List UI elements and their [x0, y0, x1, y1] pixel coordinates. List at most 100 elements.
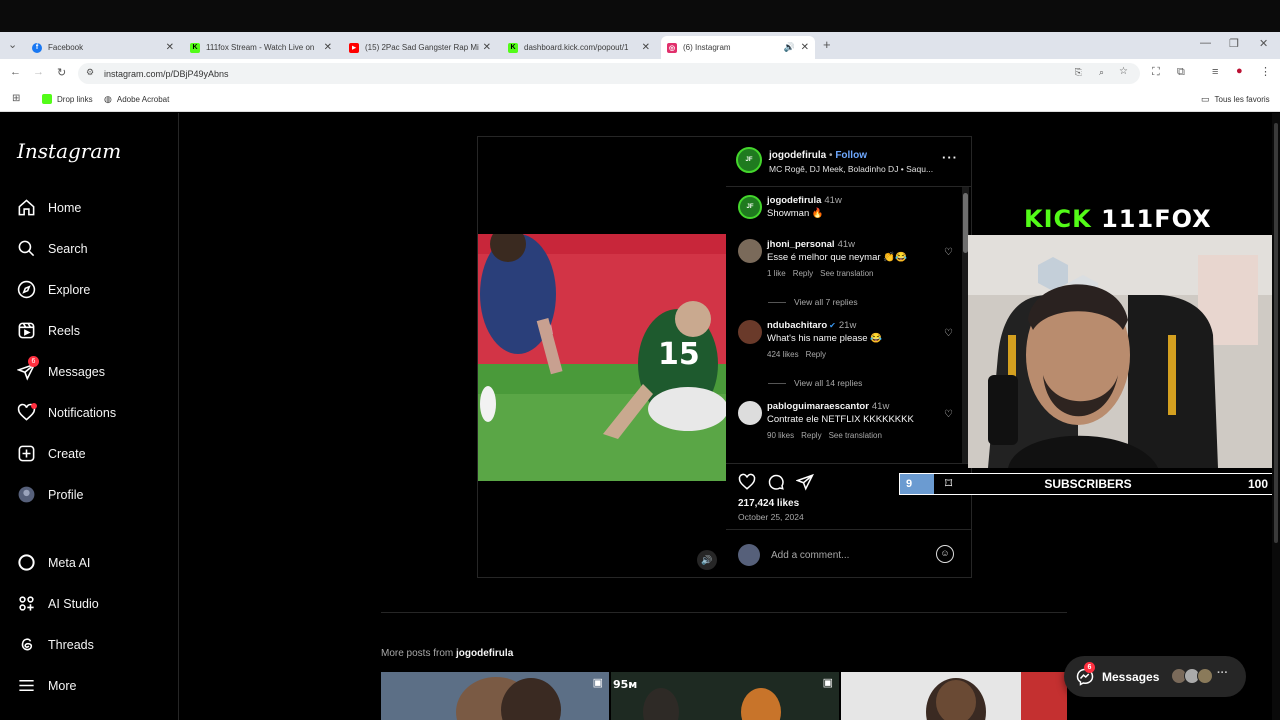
- close-icon[interactable]: ✕: [642, 42, 650, 53]
- view-replies-button[interactable]: View all 14 replies: [768, 378, 862, 388]
- like-comment-icon[interactable]: ♡: [944, 247, 953, 258]
- share-icon[interactable]: [796, 473, 814, 491]
- more-post-thumbnail[interactable]: ▣: [381, 672, 609, 720]
- apps-grid-icon[interactable]: ⊞: [12, 93, 20, 104]
- more-post-thumbnail[interactable]: 95м ▣: [611, 672, 839, 720]
- reply-button[interactable]: Reply: [806, 350, 826, 359]
- url-input[interactable]: ⚙ instagram.com/p/DBjP49yAbns ⎘ ⌕ ☆: [78, 63, 1140, 84]
- follow-button[interactable]: Follow: [835, 150, 867, 161]
- like-comment-icon[interactable]: ♡: [944, 409, 953, 420]
- bookmark-star-icon[interactable]: ☆: [1119, 66, 1128, 77]
- emoji-icon[interactable]: ☺: [936, 545, 954, 563]
- media-control-icon[interactable]: ≡: [1212, 66, 1218, 78]
- bookmark-adobe-acrobat[interactable]: ◍ Adobe Acrobat: [104, 94, 169, 105]
- more-options-icon[interactable]: ···: [942, 150, 958, 165]
- mute-icon[interactable]: 🔊: [697, 550, 717, 570]
- sidebar-item-messages[interactable]: 6 Messages: [16, 356, 105, 381]
- messages-floating-button[interactable]: 6 Messages ···: [1064, 656, 1246, 697]
- tab-111fox-stream[interactable]: K 111fox Stream - Watch Live on ✕: [184, 36, 338, 59]
- sidebar-item-more[interactable]: More: [17, 676, 76, 695]
- sidebar-item-profile[interactable]: Profile: [17, 485, 83, 504]
- more-post-thumbnail[interactable]: [841, 672, 1067, 720]
- sidebar-item-label: Reels: [48, 323, 80, 338]
- tab-facebook[interactable]: f Facebook ✕: [26, 36, 180, 59]
- puzzle-icon[interactable]: ⧉: [1177, 66, 1185, 79]
- sidebar-item-home[interactable]: Home: [17, 198, 81, 217]
- instagram-logo[interactable]: Instagram: [17, 139, 121, 163]
- comment-username[interactable]: jhoni_personal: [767, 239, 835, 250]
- minimize-icon[interactable]: —: [1200, 37, 1211, 49]
- comment-icon[interactable]: [767, 473, 785, 491]
- sidebar-item-threads[interactable]: Threads: [17, 635, 94, 654]
- commenter-avatar[interactable]: [738, 320, 762, 344]
- sidebar-item-reels[interactable]: Reels: [17, 321, 80, 340]
- tab-instagram[interactable]: ◎ (6) Instagram 🔊 ✕: [661, 36, 815, 59]
- like-icon[interactable]: [738, 473, 756, 491]
- close-icon[interactable]: ✕: [483, 42, 491, 53]
- plus-icon: [18, 445, 35, 462]
- commenter-avatar[interactable]: [738, 239, 762, 263]
- commenter-avatar[interactable]: [738, 401, 762, 425]
- menu-icon: [19, 679, 34, 692]
- comment-likes[interactable]: 424 likes: [767, 350, 799, 359]
- reels-icon: ▣: [592, 677, 603, 689]
- author-username[interactable]: jogodefirula: [769, 150, 826, 161]
- sidebar-item-search[interactable]: Search: [17, 239, 88, 258]
- reply-button[interactable]: Reply: [801, 431, 821, 440]
- site-info-icon[interactable]: ⚙: [86, 67, 94, 78]
- close-icon[interactable]: ✕: [324, 42, 332, 53]
- page-scrollbar[interactable]: [1272, 113, 1280, 720]
- install-icon[interactable]: ⎘: [1075, 67, 1082, 78]
- see-translation-button[interactable]: See translation: [820, 269, 873, 278]
- close-icon[interactable]: ✕: [801, 42, 809, 53]
- sidebar-item-meta-ai[interactable]: Meta AI: [17, 553, 90, 572]
- likes-count[interactable]: 217,424 likes: [738, 498, 799, 509]
- back-icon[interactable]: ←: [10, 66, 21, 78]
- kebab-menu-icon[interactable]: ⋮: [1260, 65, 1271, 78]
- sidebar-item-explore[interactable]: Explore: [17, 280, 90, 299]
- tab-search-chevron-icon[interactable]: ⌄: [8, 38, 17, 51]
- comment-username[interactable]: ndubachitaro: [767, 320, 827, 331]
- comment-likes[interactable]: 1 like: [767, 269, 786, 278]
- comment-likes[interactable]: 90 likes: [767, 431, 794, 440]
- tab-youtube[interactable]: ▶ (15) 2Pac Sad Gangster Rap Mi ✕: [343, 36, 497, 59]
- speaker-icon[interactable]: 🔊: [784, 42, 795, 53]
- see-translation-button[interactable]: See translation: [829, 431, 882, 440]
- sidebar-item-create[interactable]: Create: [17, 444, 86, 463]
- caption-username[interactable]: jogodefirula: [767, 195, 821, 206]
- sidebar-item-label: Profile: [48, 487, 84, 502]
- forward-icon[interactable]: →: [33, 66, 44, 78]
- svg-text:15: 15: [658, 337, 700, 372]
- comment-username[interactable]: pabloguimaraescantor: [767, 401, 869, 412]
- reload-icon[interactable]: ↻: [57, 66, 66, 79]
- close-icon[interactable]: ✕: [166, 42, 174, 53]
- zoom-icon[interactable]: ⌕: [1099, 67, 1104, 78]
- bookmark-all-folder[interactable]: ▭ Tous les favoris: [1201, 94, 1270, 105]
- home-icon: [18, 199, 35, 216]
- like-comment-icon[interactable]: ♡: [944, 328, 953, 339]
- more-posts-username[interactable]: jogodefirula: [456, 648, 513, 659]
- tab-kick-dashboard[interactable]: K dashboard.kick.com/popout/1 ✕: [502, 36, 656, 59]
- tab-title: (6) Instagram: [683, 43, 731, 52]
- reels-icon: ▣: [822, 677, 833, 689]
- caption-avatar[interactable]: JF: [738, 195, 762, 219]
- bookmark-drop-links[interactable]: Drop links: [42, 94, 93, 104]
- maximize-icon[interactable]: ❐: [1229, 37, 1239, 50]
- sidebar-item-ai-studio[interactable]: AI Studio: [17, 594, 99, 613]
- audio-info[interactable]: MC Rogê, DJ Meek, Boladinho DJ • Saqu...: [769, 164, 933, 174]
- post-video[interactable]: 15: [478, 234, 726, 481]
- bookmark-label: Adobe Acrobat: [116, 95, 170, 104]
- view-replies-button[interactable]: View all 7 replies: [768, 297, 858, 307]
- add-comment-input[interactable]: Add a comment...: [771, 550, 849, 561]
- extension-icon[interactable]: ⛶: [1152, 66, 1160, 79]
- notification-dot: [31, 403, 37, 409]
- profile-avatar-icon[interactable]: ●: [1236, 65, 1243, 77]
- author-avatar[interactable]: JF: [736, 147, 762, 173]
- comment-item: jhoni_personal 41w Esse é melhor que neym…: [738, 239, 953, 278]
- subscriber-goal-bar: 9 ⌑ SUBSCRIBERS 100: [899, 473, 1275, 495]
- new-tab-icon[interactable]: +: [823, 37, 831, 52]
- sidebar-item-notifications[interactable]: Notifications: [17, 403, 116, 422]
- window-close-icon[interactable]: ✕: [1259, 37, 1268, 50]
- sidebar-item-label: AI Studio: [48, 596, 99, 611]
- reply-button[interactable]: Reply: [793, 269, 813, 278]
